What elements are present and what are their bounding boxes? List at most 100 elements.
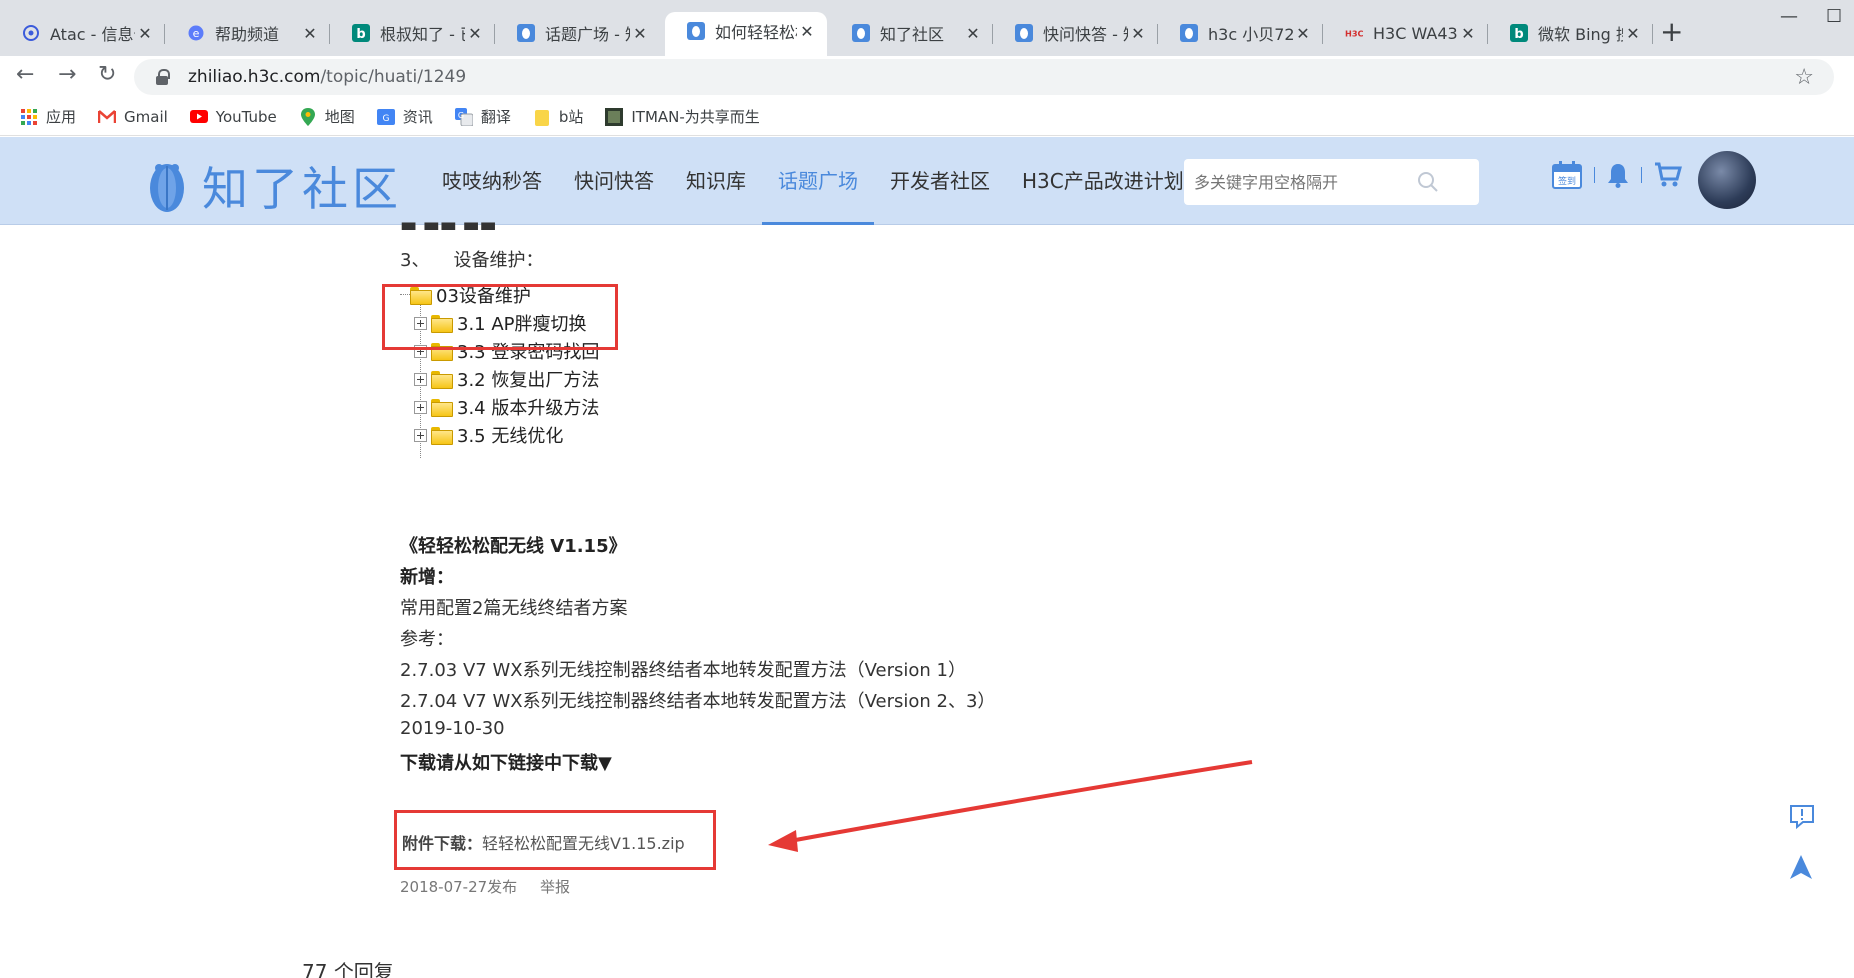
- divider: [1641, 167, 1642, 183]
- close-icon[interactable]: ✕: [797, 22, 817, 41]
- forward-arrow-icon[interactable]: →: [58, 62, 76, 87]
- browser-tab[interactable]: b 根叔知了 - 已 ✕: [330, 14, 495, 52]
- url-host: zhiliao.h3c.com: [188, 67, 321, 87]
- youtube-icon: [189, 108, 208, 126]
- close-icon[interactable]: ✕: [135, 24, 155, 43]
- tab-label: 如何轻轻松松: [715, 23, 797, 42]
- zhiliao-icon: [517, 24, 535, 42]
- browser-tab[interactable]: Atac - 信息化 ✕: [0, 14, 165, 52]
- close-icon[interactable]: ✕: [630, 24, 650, 43]
- tab-label: 快问快答 - 知: [1043, 25, 1128, 44]
- divider: [1594, 167, 1595, 183]
- nav-h3c-improvement[interactable]: H3C产品改进计划: [1006, 137, 1200, 225]
- reply-count: 77 个回复: [302, 956, 394, 978]
- bookmark-translate[interactable]: G 翻译: [454, 106, 511, 127]
- reply-label: 个回复: [333, 960, 394, 978]
- tab-label: 微软 Bing 搜: [1538, 25, 1623, 44]
- svg-text:e: e: [193, 27, 200, 40]
- cart-icon[interactable]: [1654, 162, 1682, 188]
- post-meta: 2018-07-27发布 举报: [400, 876, 588, 897]
- tab-label: 知了社区: [880, 25, 945, 44]
- translate-icon: G: [454, 107, 473, 126]
- bookmark-apps[interactable]: 应用: [20, 106, 76, 127]
- tab-label: 根叔知了 - 已: [380, 25, 465, 44]
- close-icon[interactable]: ✕: [1458, 24, 1478, 43]
- site-logo[interactable]: 知了社区: [144, 153, 402, 219]
- address-bar[interactable]: zhiliao.h3c.com/topic/huati/1249 ☆: [134, 59, 1834, 95]
- browser-tab[interactable]: e 帮助频道 ✕: [165, 14, 330, 52]
- close-icon[interactable]: ✕: [1128, 24, 1148, 43]
- back-to-top-icon[interactable]: [1788, 854, 1816, 884]
- tab-label: Atac - 信息化: [50, 25, 135, 44]
- svg-text:b: b: [1514, 27, 1523, 42]
- gmail-icon: [98, 108, 117, 126]
- nav-zhizhi[interactable]: 吱吱纳秒答: [426, 137, 558, 225]
- reply-number: 77: [302, 960, 328, 978]
- svg-text:H3C: H3C: [1345, 28, 1363, 38]
- checkin-calendar-icon[interactable]: 签到: [1552, 161, 1582, 189]
- bookmark-bzhan[interactable]: b站: [533, 106, 584, 127]
- maximize-icon[interactable]: ☐: [1826, 6, 1842, 27]
- browser-tab[interactable]: 知了社区 ✕: [830, 14, 993, 52]
- bookmark-label: ITMAN-为共享而生: [631, 108, 760, 126]
- feedback-icon[interactable]: [1788, 804, 1816, 834]
- search-icon[interactable]: [1417, 171, 1439, 197]
- bell-icon[interactable]: [1607, 162, 1629, 188]
- tab-label: 帮助频道: [215, 25, 280, 44]
- bookmark-label: 资讯: [402, 108, 433, 126]
- bookmark-label: Gmail: [124, 107, 168, 126]
- zhiliao-icon: [1180, 24, 1198, 42]
- nav-topic-square[interactable]: 话题广场: [762, 137, 874, 225]
- browser-tab[interactable]: 快问快答 - 知 ✕: [993, 14, 1158, 52]
- search-input[interactable]: [1194, 172, 1424, 192]
- browser-toolbar: ← → ↻ zhiliao.h3c.com/topic/huati/1249 ☆: [0, 56, 1854, 98]
- bookmark-label: b站: [558, 108, 584, 126]
- browser-tab[interactable]: H3C H3C WA430 ✕: [1323, 14, 1488, 52]
- user-avatar[interactable]: [1698, 151, 1756, 209]
- close-icon[interactable]: ✕: [1623, 24, 1643, 43]
- nav-quick-qa[interactable]: 快问快答: [558, 137, 670, 225]
- itman-icon: [605, 107, 624, 126]
- bookmark-news[interactable]: G 资讯: [376, 106, 433, 127]
- close-icon[interactable]: ✕: [300, 24, 320, 43]
- header-icons: 签到: [1552, 161, 1694, 189]
- svg-text:b: b: [356, 27, 365, 42]
- zhiliao-icon: [687, 22, 705, 40]
- new-tab-plus-icon[interactable]: +: [1660, 18, 1683, 46]
- browser-tab[interactable]: 话题广场 - 知 ✕: [495, 14, 660, 52]
- close-icon[interactable]: ✕: [465, 24, 485, 43]
- reload-icon[interactable]: ↻: [98, 62, 116, 87]
- bookmark-gmail[interactable]: Gmail: [98, 108, 168, 126]
- checkin-label: 签到: [1558, 175, 1576, 187]
- browser-tab[interactable]: h3c 小贝722 ✕: [1158, 14, 1323, 52]
- report-link[interactable]: 举报: [540, 878, 570, 896]
- apps-grid-icon: [20, 108, 38, 126]
- atac-icon: [22, 24, 40, 42]
- bookmark-star-icon[interactable]: ☆: [1794, 65, 1814, 90]
- back-arrow-icon[interactable]: ←: [16, 62, 34, 87]
- bookmark-itman[interactable]: ITMAN-为共享而生: [605, 106, 760, 127]
- nav-knowledge-base[interactable]: 知识库: [670, 137, 762, 225]
- close-icon[interactable]: ✕: [1293, 24, 1313, 43]
- bookmark-maps[interactable]: 地图: [299, 106, 355, 127]
- publish-date: 2018-07-27发布: [400, 878, 518, 896]
- annotation-arrow: [768, 760, 1253, 852]
- browser-tab[interactable]: b 微软 Bing 搜 ✕: [1488, 14, 1653, 52]
- tab-label: H3C WA430: [1373, 23, 1458, 43]
- svg-text:G: G: [458, 111, 464, 120]
- cicada-logo-icon: [150, 164, 184, 212]
- h3c-icon: H3C: [1345, 24, 1363, 42]
- bookmark-youtube[interactable]: YouTube: [189, 107, 277, 126]
- svg-text:G: G: [382, 114, 389, 124]
- help-icon: e: [187, 24, 205, 42]
- minimize-icon[interactable]: —: [1780, 6, 1798, 27]
- nav-developer-community[interactable]: 开发者社区: [874, 137, 1006, 225]
- bing-icon: b: [352, 24, 370, 42]
- lock-icon: [156, 69, 170, 85]
- tab-label: h3c 小贝722: [1208, 25, 1293, 44]
- close-icon[interactable]: ✕: [963, 24, 983, 43]
- url-path: /topic/huati/1249: [320, 67, 467, 87]
- zhiliao-icon: [852, 24, 870, 42]
- zhiliao-icon: [1015, 24, 1033, 42]
- bookmark-label: YouTube: [215, 107, 277, 126]
